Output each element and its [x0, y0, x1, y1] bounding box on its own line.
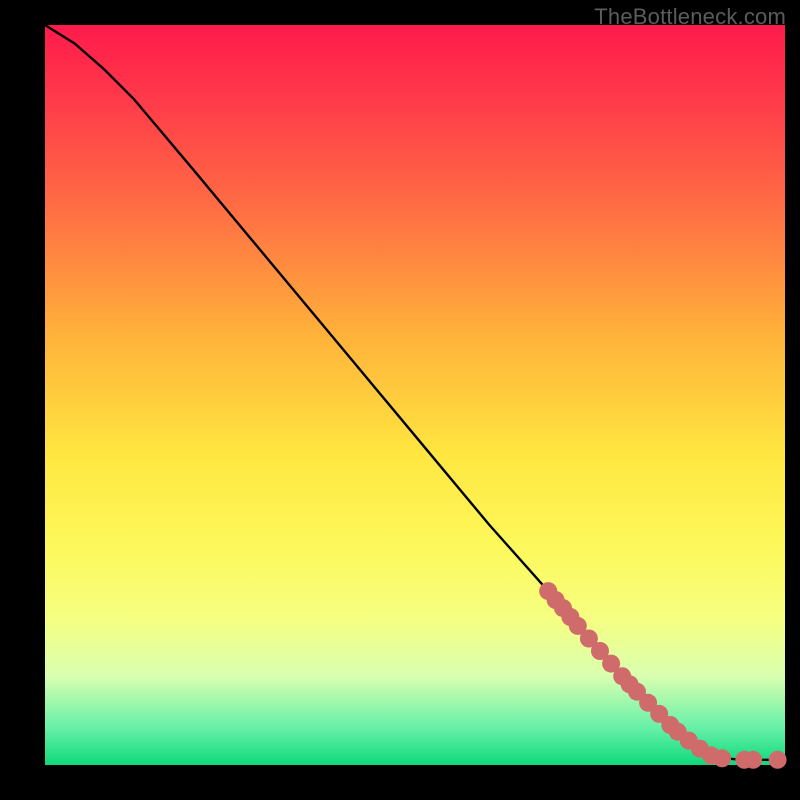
data-markers — [539, 582, 786, 769]
data-marker — [744, 751, 762, 769]
data-marker — [769, 751, 787, 769]
chart-frame: TheBottleneck.com — [0, 0, 800, 800]
plot-area — [45, 25, 785, 765]
watermark-text: TheBottleneck.com — [594, 4, 786, 30]
chart-svg — [45, 25, 785, 765]
bottleneck-curve — [45, 25, 785, 760]
data-marker — [713, 749, 731, 767]
